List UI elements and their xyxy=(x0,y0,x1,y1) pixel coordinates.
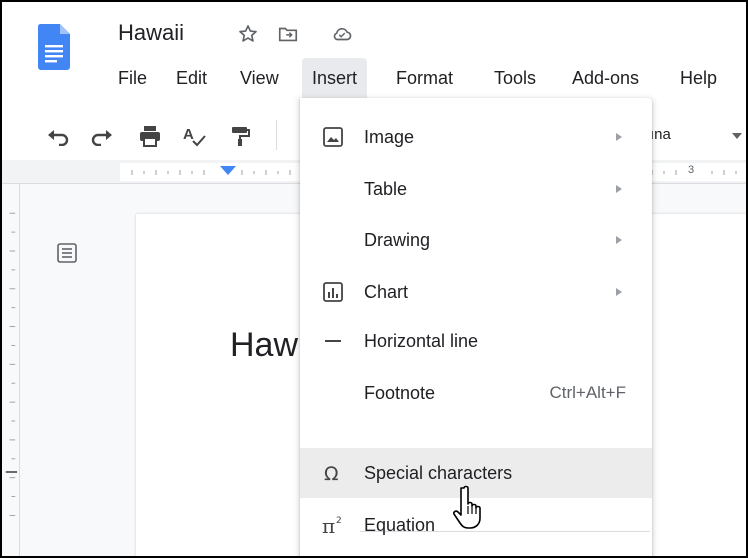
svg-text:π: π xyxy=(322,514,335,536)
image-icon xyxy=(320,124,346,150)
google-docs-logo-icon[interactable] xyxy=(38,24,70,70)
menu-tools[interactable]: Tools xyxy=(494,58,536,98)
ruler-number: 3 xyxy=(688,164,695,176)
menu-item-label: Drawing xyxy=(364,229,431,250)
menu-insert[interactable]: Insert xyxy=(302,58,368,98)
insert-menu-item-image[interactable]: Image xyxy=(300,112,652,162)
cloud-saved-icon[interactable] xyxy=(330,22,354,46)
font-dropdown-caret-icon[interactable] xyxy=(732,133,742,139)
menu-item-label: Equation xyxy=(364,514,436,535)
pi-squared-icon: π2 xyxy=(320,512,346,538)
chart-icon xyxy=(320,279,346,305)
document-heading[interactable]: Haw xyxy=(230,326,298,365)
undo-icon[interactable] xyxy=(44,122,72,150)
insert-menu-item-horizontal-line[interactable]: Horizontal line xyxy=(300,316,652,366)
menu-format[interactable]: Format xyxy=(396,58,453,98)
menu-item-label: Chart xyxy=(364,281,409,302)
move-folder-icon[interactable] xyxy=(276,22,300,46)
menu-item-label: Special characters xyxy=(364,462,513,483)
print-icon[interactable] xyxy=(136,122,164,150)
submenu-arrow-icon xyxy=(616,185,622,193)
svg-text:A: A xyxy=(183,126,194,143)
insert-menu-item-chart[interactable]: Chart xyxy=(300,267,652,317)
submenu-arrow-icon xyxy=(616,236,622,244)
svg-text:2: 2 xyxy=(336,516,342,526)
omega-icon: Ω xyxy=(320,460,346,486)
insert-menu-item-footnote[interactable]: Footnote Ctrl+Alt+F xyxy=(300,368,652,418)
insert-menu-item-drawing[interactable]: Drawing xyxy=(300,215,652,265)
menu-edit[interactable]: Edit xyxy=(176,58,207,98)
horizontal-line-icon xyxy=(320,328,346,354)
hand-pointer-cursor-icon xyxy=(453,485,481,529)
paint-format-icon[interactable] xyxy=(226,122,254,150)
spellcheck-icon[interactable]: A xyxy=(180,122,208,150)
insert-menu-item-table[interactable]: Table xyxy=(300,164,652,214)
keyboard-shortcut: Ctrl+Alt+F xyxy=(549,383,626,402)
redo-icon[interactable] xyxy=(88,122,116,150)
font-name-fragment[interactable]: ına xyxy=(650,126,671,143)
submenu-arrow-icon xyxy=(616,288,622,296)
star-icon[interactable] xyxy=(236,22,260,46)
vertical-ruler xyxy=(2,184,20,556)
menu-file[interactable]: File xyxy=(118,58,147,98)
menu-item-label: Table xyxy=(364,178,408,199)
menu-item-label: Image xyxy=(364,126,415,147)
menu-view[interactable]: View xyxy=(240,58,279,98)
menu-item-label: Footnote xyxy=(364,382,436,403)
svg-text:Ω: Ω xyxy=(324,463,339,484)
menu-add-ons[interactable]: Add-ons xyxy=(572,58,639,98)
menu-item-label: Horizontal line xyxy=(364,330,479,351)
document-title[interactable]: Hawaii xyxy=(118,18,184,48)
submenu-arrow-icon xyxy=(616,133,622,141)
menu-help[interactable]: Help xyxy=(680,58,717,98)
document-outline-icon[interactable] xyxy=(56,242,78,264)
indent-marker-icon[interactable] xyxy=(220,166,236,175)
toolbar-separator xyxy=(276,120,277,150)
